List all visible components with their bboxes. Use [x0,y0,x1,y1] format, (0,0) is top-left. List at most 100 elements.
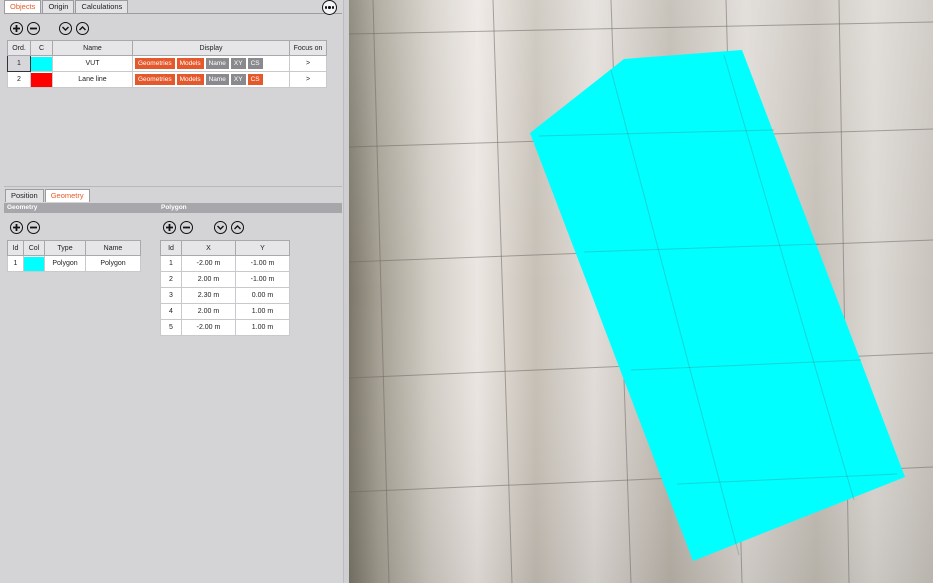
minus-icon [183,226,190,229]
move-up-object-button[interactable] [76,22,89,35]
move-up-point-button[interactable] [231,221,244,234]
point-id-cell: 2 [160,271,182,288]
focus-on-button[interactable]: > [289,55,327,72]
table-row[interactable]: 1 Polygon Polygon [7,255,141,272]
tab-objects[interactable]: Objects [4,0,42,13]
dot-icon [332,6,335,9]
column-header: Type [44,240,86,256]
point-x-cell[interactable]: 2.00 m [181,271,236,288]
table-row[interactable]: 1 VUT Geometries Models Name XY CS > [7,55,327,72]
geometry-table: Id Col Type Name 1 Polygon Polygon [7,240,141,272]
point-id-cell: 4 [160,303,182,320]
point-y-cell[interactable]: 1.00 m [235,319,290,336]
table-row[interactable]: 3 2.30 m 0.00 m [160,287,290,304]
point-x-cell[interactable]: 2.00 m [181,303,236,320]
column-header: Focus on [289,40,327,56]
tab-divider [4,13,342,14]
display-cell: Geometries Models Name XY CS [132,71,290,88]
section-header-bar: Geometry Polygon [4,203,342,213]
color-cell[interactable] [30,55,53,72]
cs-toggle[interactable]: CS [247,58,263,69]
geometry-tabs: Position Geometry [5,189,91,202]
scene-canvas[interactable] [349,0,933,583]
column-header: Id [160,240,182,256]
name-toggle[interactable]: Name [205,58,229,69]
point-x-cell[interactable]: -2.00 m [181,319,236,336]
xy-toggle[interactable]: XY [230,74,246,85]
point-x-cell[interactable]: -2.00 m [181,255,236,272]
add-geometry-button[interactable] [10,221,23,234]
color-swatch[interactable] [31,72,52,87]
point-x-cell[interactable]: 2.30 m [181,287,236,304]
name-toggle[interactable]: Name [205,74,229,85]
cs-toggle[interactable]: CS [247,74,263,85]
xy-toggle[interactable]: XY [230,58,246,69]
left-panel: Objects Origin Calculations Ord. C Name … [0,0,343,583]
tab-geometry[interactable]: Geometry [44,189,90,202]
column-header: Id [7,240,24,256]
tab-position[interactable]: Position [5,189,44,202]
table-row[interactable]: 5 -2.00 m 1.00 m [160,319,290,336]
remove-object-button[interactable] [27,22,40,35]
table-header-row: Id X Y [160,240,290,256]
table-row[interactable]: 2 2.00 m -1.00 m [160,271,290,288]
order-cell[interactable]: 1 [7,55,31,72]
geometry-id-cell[interactable]: 1 [7,255,24,272]
column-header: Ord. [7,40,31,56]
dot-icon [324,6,327,9]
add-object-button[interactable] [10,22,23,35]
tab-origin[interactable]: Origin [42,0,75,13]
plus-icon [13,25,20,32]
geometry-section-label: Geometry [7,204,38,211]
geometries-toggle[interactable]: Geometries [135,58,175,69]
color-swatch[interactable] [31,56,52,71]
move-down-object-button[interactable] [59,22,72,35]
column-header: Col [23,240,45,256]
point-id-cell: 5 [160,319,182,336]
models-toggle[interactable]: Models [176,74,204,85]
object-name-cell[interactable]: VUT [52,55,133,72]
geometries-toggle[interactable]: Geometries [135,74,175,85]
models-toggle[interactable]: Models [176,58,204,69]
column-header: Name [52,40,133,56]
table-header-row: Ord. C Name Display Focus on [7,40,327,56]
point-y-cell[interactable]: -1.00 m [235,255,290,272]
move-down-point-button[interactable] [214,221,227,234]
point-y-cell[interactable]: 0.00 m [235,287,290,304]
column-header: C [30,40,53,56]
3d-viewport[interactable] [349,0,933,583]
polygon-points-table: Id X Y 1 -2.00 m -1.00 m 2 2.00 m -1.00 … [160,240,290,336]
display-cell: Geometries Models Name XY CS [132,55,290,72]
tab-calculations[interactable]: Calculations [75,0,129,13]
point-y-cell[interactable]: -1.00 m [235,271,290,288]
point-id-cell: 3 [160,287,182,304]
add-point-button[interactable] [163,221,176,234]
table-header-row: Id Col Type Name [7,240,141,256]
table-row[interactable]: 2 Lane line Geometries Models Name XY CS > [7,71,327,88]
plus-icon [13,224,20,231]
plus-icon [166,224,173,231]
column-header: Name [85,240,141,256]
more-options-button[interactable] [322,0,337,15]
chevron-up-icon [79,26,86,31]
remove-point-button[interactable] [180,221,193,234]
remove-geometry-button[interactable] [27,221,40,234]
chevron-down-icon [217,225,224,230]
color-cell[interactable] [23,255,45,272]
object-name-cell[interactable]: Lane line [52,71,133,88]
column-header: Y [235,240,290,256]
point-y-cell[interactable]: 1.00 m [235,303,290,320]
order-cell[interactable]: 2 [7,71,31,88]
polygon-section-label: Polygon [161,204,187,211]
chevron-down-icon [62,26,69,31]
color-cell[interactable] [30,71,53,88]
table-row[interactable]: 1 -2.00 m -1.00 m [160,255,290,272]
geometry-name-cell[interactable]: Polygon [85,255,141,272]
geometry-type-cell[interactable]: Polygon [44,255,86,272]
minus-icon [30,226,37,229]
table-row[interactable]: 4 2.00 m 1.00 m [160,303,290,320]
color-swatch[interactable] [24,256,44,271]
point-id-cell: 1 [160,255,182,272]
focus-on-button[interactable]: > [289,71,327,88]
column-header: X [181,240,236,256]
